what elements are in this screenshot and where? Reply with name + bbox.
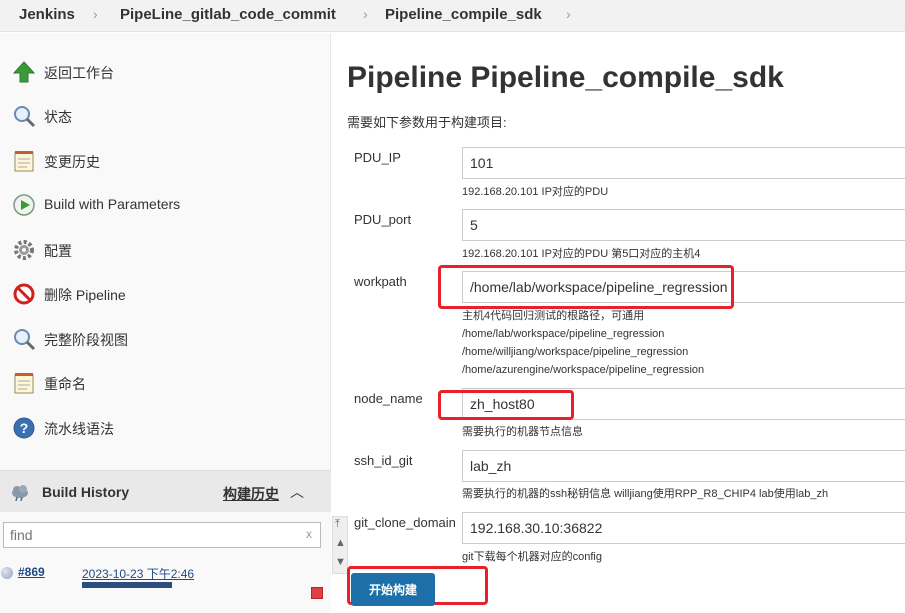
build-date-link[interactable]: 2023-10-23 下午2:46 (82, 565, 194, 582)
param-desc-line: /home/azurengine/workspace/pipeline_regr… (462, 364, 705, 376)
breadcrumb: Jenkins › PipeLine_gitlab_code_commit › … (0, 0, 905, 32)
gear-icon (14, 240, 34, 260)
parameters-intro: 需要如下参数用于构建项目: (347, 115, 507, 130)
up-arrow-icon (12, 61, 36, 83)
sidebar-item-label: Build with Parameters (44, 196, 181, 212)
breadcrumb-separator: › (93, 6, 98, 22)
sidebar-item-label: 返回工作台 (44, 65, 114, 81)
param-desc-line: /home/willjiang/workspace/pipeline_regre… (462, 346, 689, 358)
magnifier-icon (14, 329, 36, 351)
build-number-link[interactable]: #869 (18, 565, 45, 579)
build-button[interactable]: 开始构建 (351, 573, 435, 606)
build-progress-bar (82, 582, 172, 588)
param-desc-pdu-ip: 192.168.20.101 IP对应的PDU (462, 183, 608, 201)
sidebar-item-build-with-parameters[interactable]: Build with Parameters (0, 183, 331, 227)
build-status-ball-icon (1, 567, 13, 579)
cancel-build-icon[interactable] (311, 587, 323, 599)
sidebar-item-configure[interactable]: 配置 (0, 228, 331, 272)
breadcrumb-folder[interactable]: PipeLine_gitlab_code_commit (120, 6, 336, 23)
param-label-node-name: node_name (354, 391, 423, 406)
cloud-icon (12, 485, 28, 501)
breadcrumb-job[interactable]: Pipeline_compile_sdk (385, 6, 542, 23)
sidebar-item-label: 删除 Pipeline (44, 287, 126, 303)
sidebar-item-back-to-dashboard[interactable]: 返回工作台 (0, 50, 331, 94)
sidebar-item-rename[interactable]: 重命名 (0, 361, 331, 405)
param-desc-ssh-id-git: 需要执行的机器的ssh秘钥信息 willjiang使用RPP_R8_CHIP4 … (462, 485, 828, 503)
sidebar: 返回工作台 状态 变更历史 Build with Parameters 配置 删… (0, 33, 331, 613)
param-desc-line: git下载每个机器对应的config (462, 551, 602, 563)
param-desc-workpath: 主机4代码回归测试的根路径，可通用 /home/lab/workspace/pi… (462, 307, 704, 379)
param-label-pdu-ip: PDU_IP (354, 150, 401, 165)
collapse-icon[interactable]: ︿ (290, 482, 304, 502)
param-label-workpath: workpath (354, 274, 407, 289)
magnifier-icon (14, 106, 36, 128)
param-desc-line: 需要执行的机器的ssh秘钥信息 willjiang使用RPP_R8_CHIP4 … (462, 488, 829, 500)
sidebar-item-label: 状态 (44, 109, 72, 125)
scroll-arrows: ⤒ ▲ ▼ (332, 516, 348, 574)
param-input-git-clone-domain[interactable] (462, 512, 905, 544)
build-history-title: Build History (42, 484, 130, 500)
no-entry-icon (13, 283, 35, 305)
param-desc-git-clone-domain: git下载每个机器对应的config (462, 548, 602, 566)
highlight-box-node-name (438, 390, 574, 420)
param-desc-pdu-port: 192.168.20.101 IP对应的PDU 第5口对应的主机4 (462, 245, 700, 263)
sidebar-item-changes[interactable]: 变更历史 (0, 139, 331, 183)
breadcrumb-separator: › (363, 6, 368, 22)
param-input-pdu-ip[interactable] (462, 147, 905, 179)
sidebar-item-label: 重命名 (44, 376, 86, 392)
sidebar-item-full-stage-view[interactable]: 完整阶段视图 (0, 317, 331, 361)
notepad-icon (14, 373, 34, 394)
build-row: #869 2023-10-23 下午2:46 (0, 553, 331, 613)
scroll-down-icon[interactable]: ▼ (335, 556, 346, 568)
clear-filter-icon[interactable]: x (306, 527, 312, 541)
sidebar-item-label: 配置 (44, 243, 72, 259)
notepad-icon (14, 151, 34, 172)
param-label-ssh-id-git: ssh_id_git (354, 453, 413, 468)
help-icon: ? (13, 417, 35, 439)
param-input-pdu-port[interactable] (462, 209, 905, 241)
param-desc-line: 192.168.20.101 IP对应的PDU (462, 186, 609, 198)
param-desc-node-name: 需要执行的机器节点信息 (462, 423, 583, 441)
param-desc-line: /home/lab/workspace/pipeline_regression (462, 328, 665, 340)
build-history-trend-link[interactable]: 构建历史 (223, 484, 279, 504)
param-desc-line: 需要执行的机器节点信息 (462, 426, 583, 438)
sidebar-item-label: 完整阶段视图 (44, 332, 128, 348)
breadcrumb-jenkins[interactable]: Jenkins (19, 6, 75, 23)
build-history-header: Build History 构建历史 ︿ (0, 470, 331, 512)
param-label-pdu-port: PDU_port (354, 212, 412, 227)
clock-play-icon (13, 194, 35, 216)
sidebar-item-label: 流水线语法 (44, 421, 114, 437)
scroll-up-icon[interactable]: ▲ (335, 537, 346, 549)
scroll-top-icon[interactable]: ⤒ (335, 518, 340, 531)
sidebar-item-delete-pipeline[interactable]: 删除 Pipeline (0, 272, 331, 316)
page-title: Pipeline Pipeline_compile_sdk (347, 61, 784, 94)
sidebar-item-label: 变更历史 (44, 154, 100, 170)
main-content: Pipeline Pipeline_compile_sdk 需要如下参数用于构建… (332, 33, 905, 613)
highlight-box-workpath (438, 265, 734, 309)
sidebar-item-pipeline-syntax[interactable]: ? 流水线语法 (0, 406, 331, 450)
sidebar-item-status[interactable]: 状态 (0, 94, 331, 138)
param-label-git-clone-domain: git_clone_domain (354, 515, 456, 530)
build-filter-input[interactable] (3, 522, 321, 548)
svg-text:?: ? (20, 420, 29, 436)
param-desc-line: 192.168.20.101 IP对应的PDU 第5口对应的主机4 (462, 248, 701, 260)
param-desc-line: 主机4代码回归测试的根路径，可通用 (462, 310, 645, 322)
breadcrumb-separator: › (566, 6, 571, 22)
param-input-ssh-id-git[interactable] (462, 450, 905, 482)
build-filter-container: x (0, 512, 331, 552)
